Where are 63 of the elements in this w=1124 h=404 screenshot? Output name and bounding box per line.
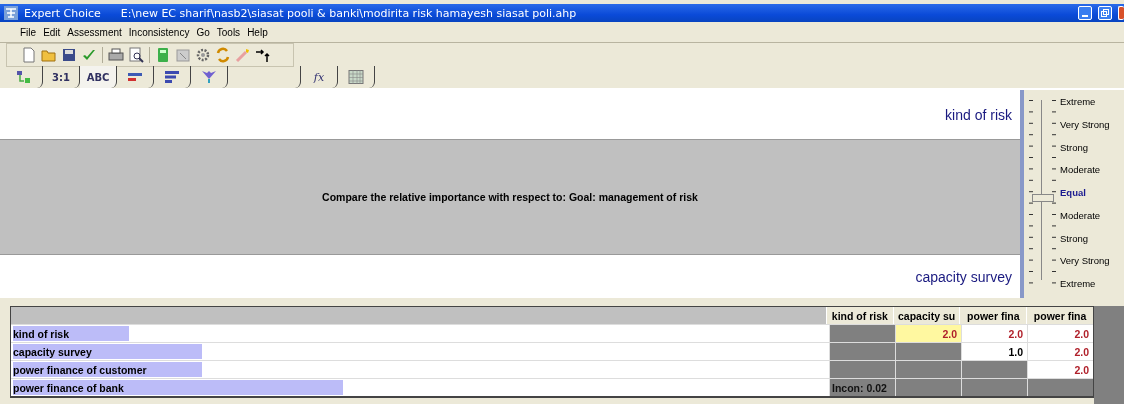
swap-arrows-icon[interactable]: [215, 46, 231, 63]
cell-value: 2.0: [1008, 327, 1023, 340]
new-document-icon[interactable]: [21, 46, 37, 63]
matrix-cell[interactable]: 2.0: [1027, 325, 1093, 342]
menu-item[interactable]: Edit: [43, 26, 61, 38]
menu-item[interactable]: Go: [196, 26, 210, 38]
restore-button[interactable]: [1098, 6, 1112, 20]
element-name: capacity survey: [915, 268, 1012, 285]
matrix-cell[interactable]: 2.0: [961, 325, 1027, 342]
menu-item[interactable]: Inconsistency: [128, 26, 190, 38]
scale-label[interactable]: Extreme: [1060, 96, 1096, 108]
save-icon[interactable]: [61, 46, 77, 63]
column-header: capacity su: [892, 307, 960, 324]
slider-thumb[interactable]: [1032, 194, 1054, 202]
cell-value: 2.0: [1074, 327, 1089, 340]
scale-label[interactable]: Very Strong: [1060, 255, 1110, 267]
bar-chart-icon: [164, 70, 180, 84]
scale-label[interactable]: Moderate: [1060, 209, 1101, 222]
matrix-cell[interactable]: 2.0: [1027, 361, 1093, 378]
question-text: Compare the relative importance with respect to: Goal: management of risk: [322, 191, 698, 203]
cell-value: 2.0: [1074, 363, 1089, 376]
menu-item[interactable]: Assessment: [67, 26, 122, 38]
column-header: power fina: [1026, 307, 1093, 324]
row-label: kind of risk: [13, 327, 69, 340]
table-icon: [348, 70, 364, 84]
scale-label[interactable]: Strong: [1060, 141, 1088, 153]
bar-chart-icon: [127, 70, 143, 84]
row-label: capacity survey: [13, 345, 92, 358]
gear-icon[interactable]: [195, 46, 211, 63]
scale-label[interactable]: Equal: [1060, 187, 1086, 199]
menu-item[interactable]: Tools: [216, 26, 241, 38]
close-button[interactable]: [1118, 6, 1124, 20]
print-preview-icon[interactable]: [128, 46, 144, 63]
view-tab[interactable]: fx: [301, 66, 338, 88]
cell-value: 1.0: [1008, 345, 1023, 358]
column-header: power fina: [959, 307, 1027, 324]
menu-item[interactable]: File: [20, 26, 37, 38]
app-icon: [4, 6, 18, 20]
tree-icon: [16, 70, 32, 84]
scale-label[interactable]: Extreme: [1060, 278, 1096, 290]
row-label: power finance of bank: [13, 381, 124, 394]
cell-value: 2.0: [1074, 345, 1089, 358]
menu-item[interactable]: Help: [247, 26, 268, 38]
scale-label[interactable]: Moderate: [1060, 164, 1101, 176]
matrix-cell[interactable]: 1.0: [961, 343, 1027, 360]
matrix-cell[interactable]: 2.0: [1027, 343, 1093, 360]
matrix-cell[interactable]: 2.0: [895, 325, 961, 342]
arrows-icon[interactable]: [255, 46, 271, 63]
scale-label[interactable]: Very Strong: [1060, 118, 1110, 131]
minimize-button[interactable]: [1078, 6, 1092, 20]
calculator-icon[interactable]: [155, 46, 171, 63]
element-name: kind of risk: [945, 106, 1012, 123]
funnel-icon: [201, 70, 217, 84]
scale-label[interactable]: Strong: [1060, 232, 1088, 245]
inconsistency-cell: Incon: 0.02: [829, 379, 895, 396]
file-path: E:\new EC sharif\nasb2\siasat pooli & banki\modirita risk hamayesh siasat poli.ahp: [120, 6, 577, 20]
printer-icon[interactable]: [108, 46, 124, 63]
column-header: kind of risk: [826, 307, 893, 324]
row-label: power finance of customer: [13, 363, 147, 376]
restore-icon: [1101, 9, 1109, 17]
cell-value: 2.0: [942, 327, 957, 340]
view-tab[interactable]: ABC: [80, 66, 117, 88]
app-title: Expert Choice: [24, 6, 101, 20]
